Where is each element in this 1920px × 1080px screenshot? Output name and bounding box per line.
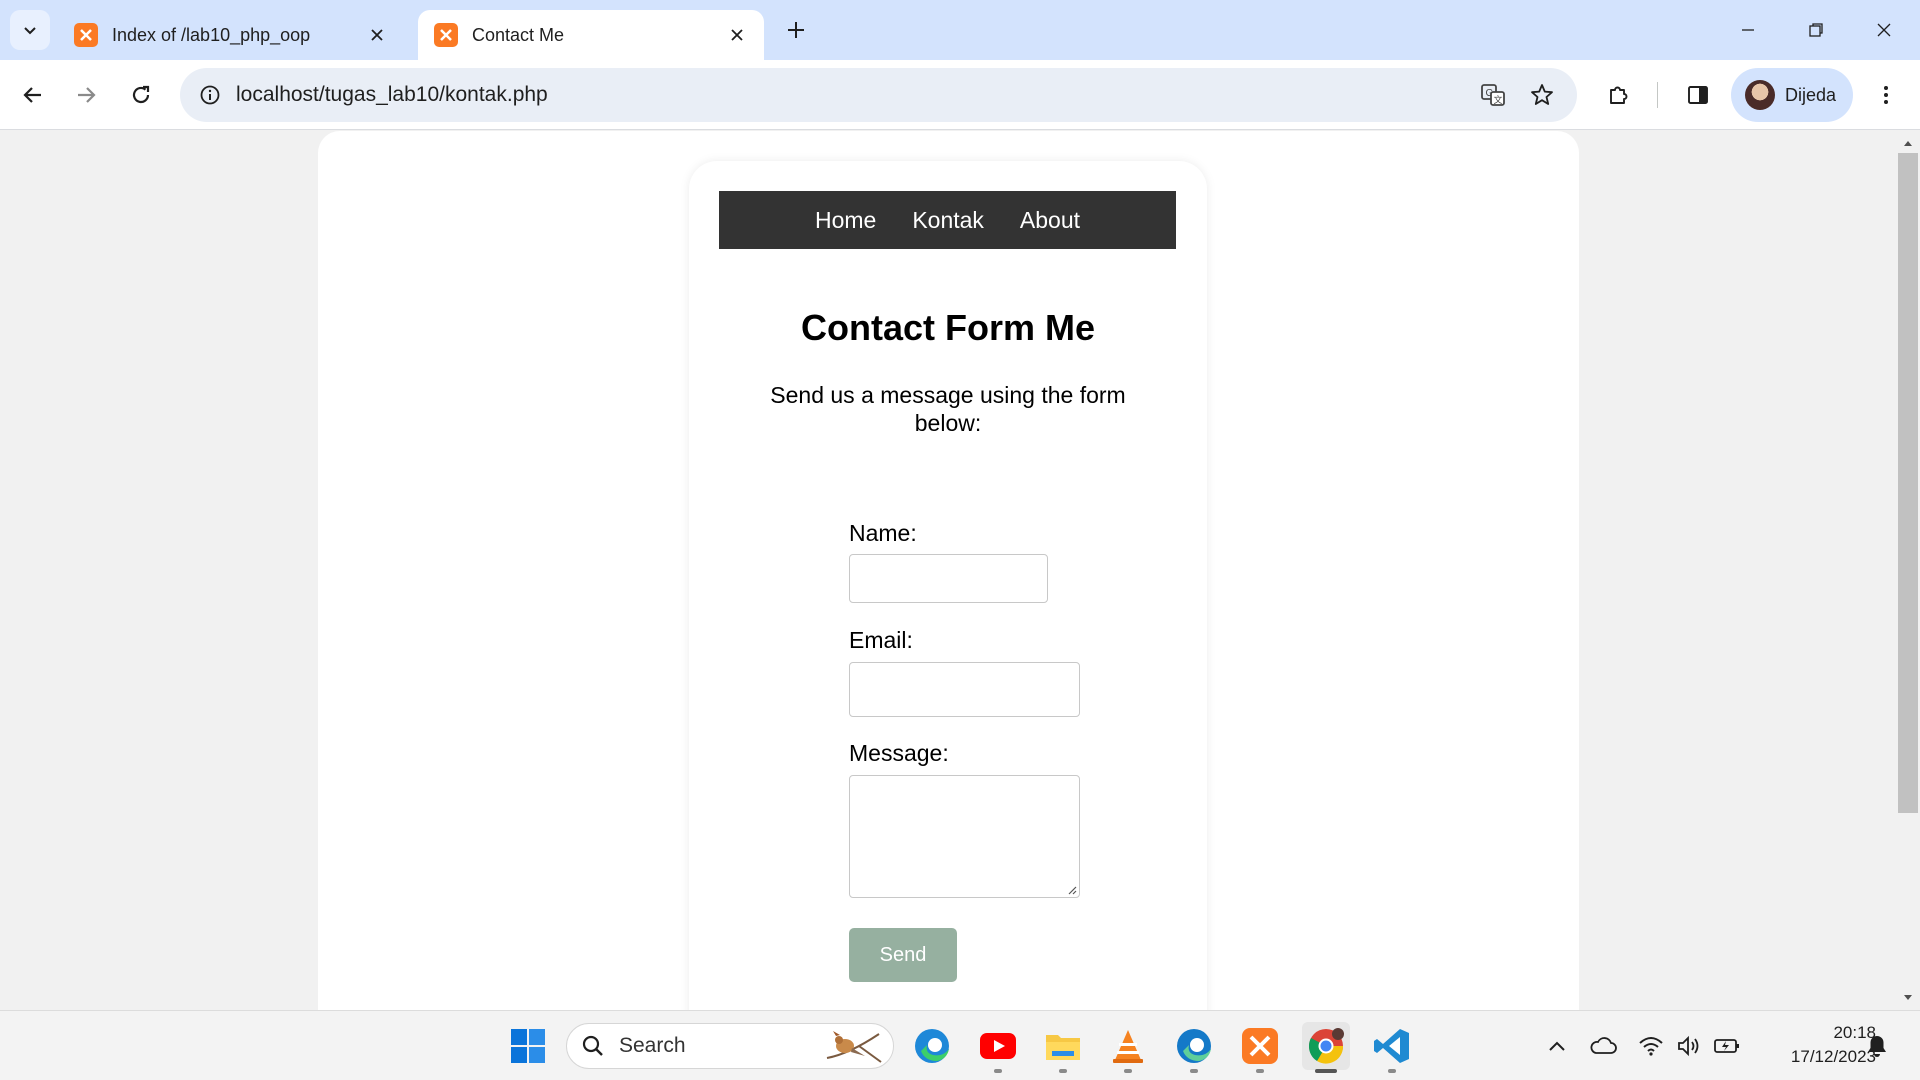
plus-icon [788, 22, 804, 38]
reload-icon [132, 85, 150, 104]
back-button[interactable] [11, 73, 55, 117]
search-placeholder: Search [619, 1034, 686, 1057]
site-info-icon[interactable] [194, 79, 226, 111]
top-nav: Home Kontak About [719, 191, 1176, 249]
minimize-button[interactable] [1726, 10, 1770, 50]
close-icon[interactable] [724, 22, 750, 48]
vlc-icon[interactable] [1104, 1022, 1152, 1070]
tab-index[interactable]: Index of /lab10_php_oop [58, 10, 404, 60]
new-tab-button[interactable] [780, 14, 812, 46]
chevron-down-icon [24, 27, 36, 35]
battery-icon[interactable] [1712, 1031, 1742, 1061]
toolbar-divider [1657, 82, 1658, 108]
nav-kontak-link[interactable]: Kontak [912, 207, 984, 234]
close-icon [1877, 23, 1891, 37]
chrome-icon[interactable] [1302, 1022, 1350, 1070]
xampp-icon [74, 23, 98, 47]
arrow-right-icon [78, 87, 96, 103]
resize-handle-icon[interactable] [1065, 883, 1077, 895]
system-clock[interactable]: 20:18 17/12/2023 [1752, 1021, 1876, 1069]
scroll-down-icon[interactable] [1900, 990, 1916, 1006]
arrow-left-icon [23, 87, 41, 103]
email-input[interactable] [849, 662, 1080, 717]
bookmark-star-icon[interactable] [1526, 79, 1558, 111]
page-viewport: Home Kontak About Contact Form Me Send u… [0, 131, 1896, 1010]
menu-button[interactable] [1864, 73, 1908, 117]
side-panel-icon [1688, 86, 1708, 104]
nav-about-link[interactable]: About [1020, 207, 1080, 234]
volume-icon[interactable] [1674, 1031, 1704, 1061]
running-indicator [1190, 1069, 1198, 1073]
content-card: Home Kontak About Contact Form Me Send u… [689, 161, 1207, 1010]
wifi-icon[interactable] [1636, 1031, 1666, 1061]
search-icon [582, 1035, 603, 1056]
side-panel-button[interactable] [1676, 73, 1720, 117]
restore-icon [1809, 23, 1823, 37]
edge-dev-icon[interactable] [1170, 1022, 1218, 1070]
taskbar: Search 20:18 17/12/2023 [0, 1010, 1920, 1080]
profile-name: Dijeda [1785, 84, 1837, 105]
edge-icon[interactable] [908, 1022, 956, 1070]
taskbar-search[interactable]: Search [566, 1023, 894, 1069]
puzzle-icon [1610, 86, 1628, 104]
email-label: Email: [849, 627, 913, 653]
profile-button[interactable]: Dijeda [1731, 68, 1853, 122]
xampp-icon[interactable] [1236, 1022, 1284, 1070]
name-label: Name: [849, 520, 917, 546]
file-explorer-icon[interactable] [1039, 1022, 1087, 1070]
youtube-icon[interactable] [974, 1022, 1022, 1070]
page-title: Contact Form Me [800, 307, 1095, 348]
more-vert-icon [1884, 86, 1888, 104]
address-bar[interactable]: localhost/tugas_lab10/kontak.php G文 [180, 68, 1577, 122]
reload-button[interactable] [119, 73, 163, 117]
notification-bell-icon[interactable] [1862, 1031, 1892, 1061]
clock-date: 17/12/2023 [1790, 1047, 1876, 1066]
active-app-indicator [1315, 1069, 1337, 1073]
svg-text:文: 文 [1494, 94, 1503, 105]
running-indicator [1388, 1069, 1396, 1073]
xampp-icon [434, 23, 458, 47]
page-subtitle: Send us a message using the form below: [770, 382, 1126, 436]
minimize-icon [1742, 29, 1754, 31]
close-window-button[interactable] [1862, 10, 1906, 50]
close-icon[interactable] [364, 22, 390, 48]
avatar [1745, 80, 1775, 110]
translate-icon[interactable]: G文 [1477, 79, 1509, 111]
browser-toolbar: localhost/tugas_lab10/kontak.php G文 Dije… [0, 60, 1920, 130]
running-indicator [1256, 1069, 1264, 1073]
scrollbar-thumb[interactable] [1898, 153, 1918, 813]
message-label: Message: [849, 740, 949, 766]
chevron-up-icon[interactable] [1542, 1031, 1572, 1061]
vscode-icon[interactable] [1368, 1022, 1416, 1070]
url-text[interactable]: localhost/tugas_lab10/kontak.php [236, 83, 548, 107]
name-input[interactable] [849, 554, 1048, 603]
extensions-button[interactable] [1597, 73, 1641, 117]
windows-start-icon[interactable] [504, 1022, 552, 1070]
nav-home-link[interactable]: Home [815, 207, 876, 234]
message-textarea[interactable] [849, 775, 1080, 898]
tab-title: Index of /lab10_php_oop [112, 24, 311, 45]
onedrive-cloud-icon[interactable] [1588, 1031, 1618, 1061]
scroll-up-icon[interactable] [1900, 135, 1916, 151]
clock-time: 20:18 [1833, 1023, 1876, 1042]
restore-button[interactable] [1794, 10, 1838, 50]
bird-illustration-icon [826, 1031, 882, 1063]
tab-search-button[interactable] [10, 10, 50, 50]
send-button[interactable]: Send [849, 928, 957, 982]
tab-contact[interactable]: Contact Me [418, 10, 764, 60]
tab-title: Contact Me [472, 24, 565, 45]
tab-strip: Index of /lab10_php_oop Contact Me [0, 0, 1920, 60]
forward-button[interactable] [64, 73, 108, 117]
